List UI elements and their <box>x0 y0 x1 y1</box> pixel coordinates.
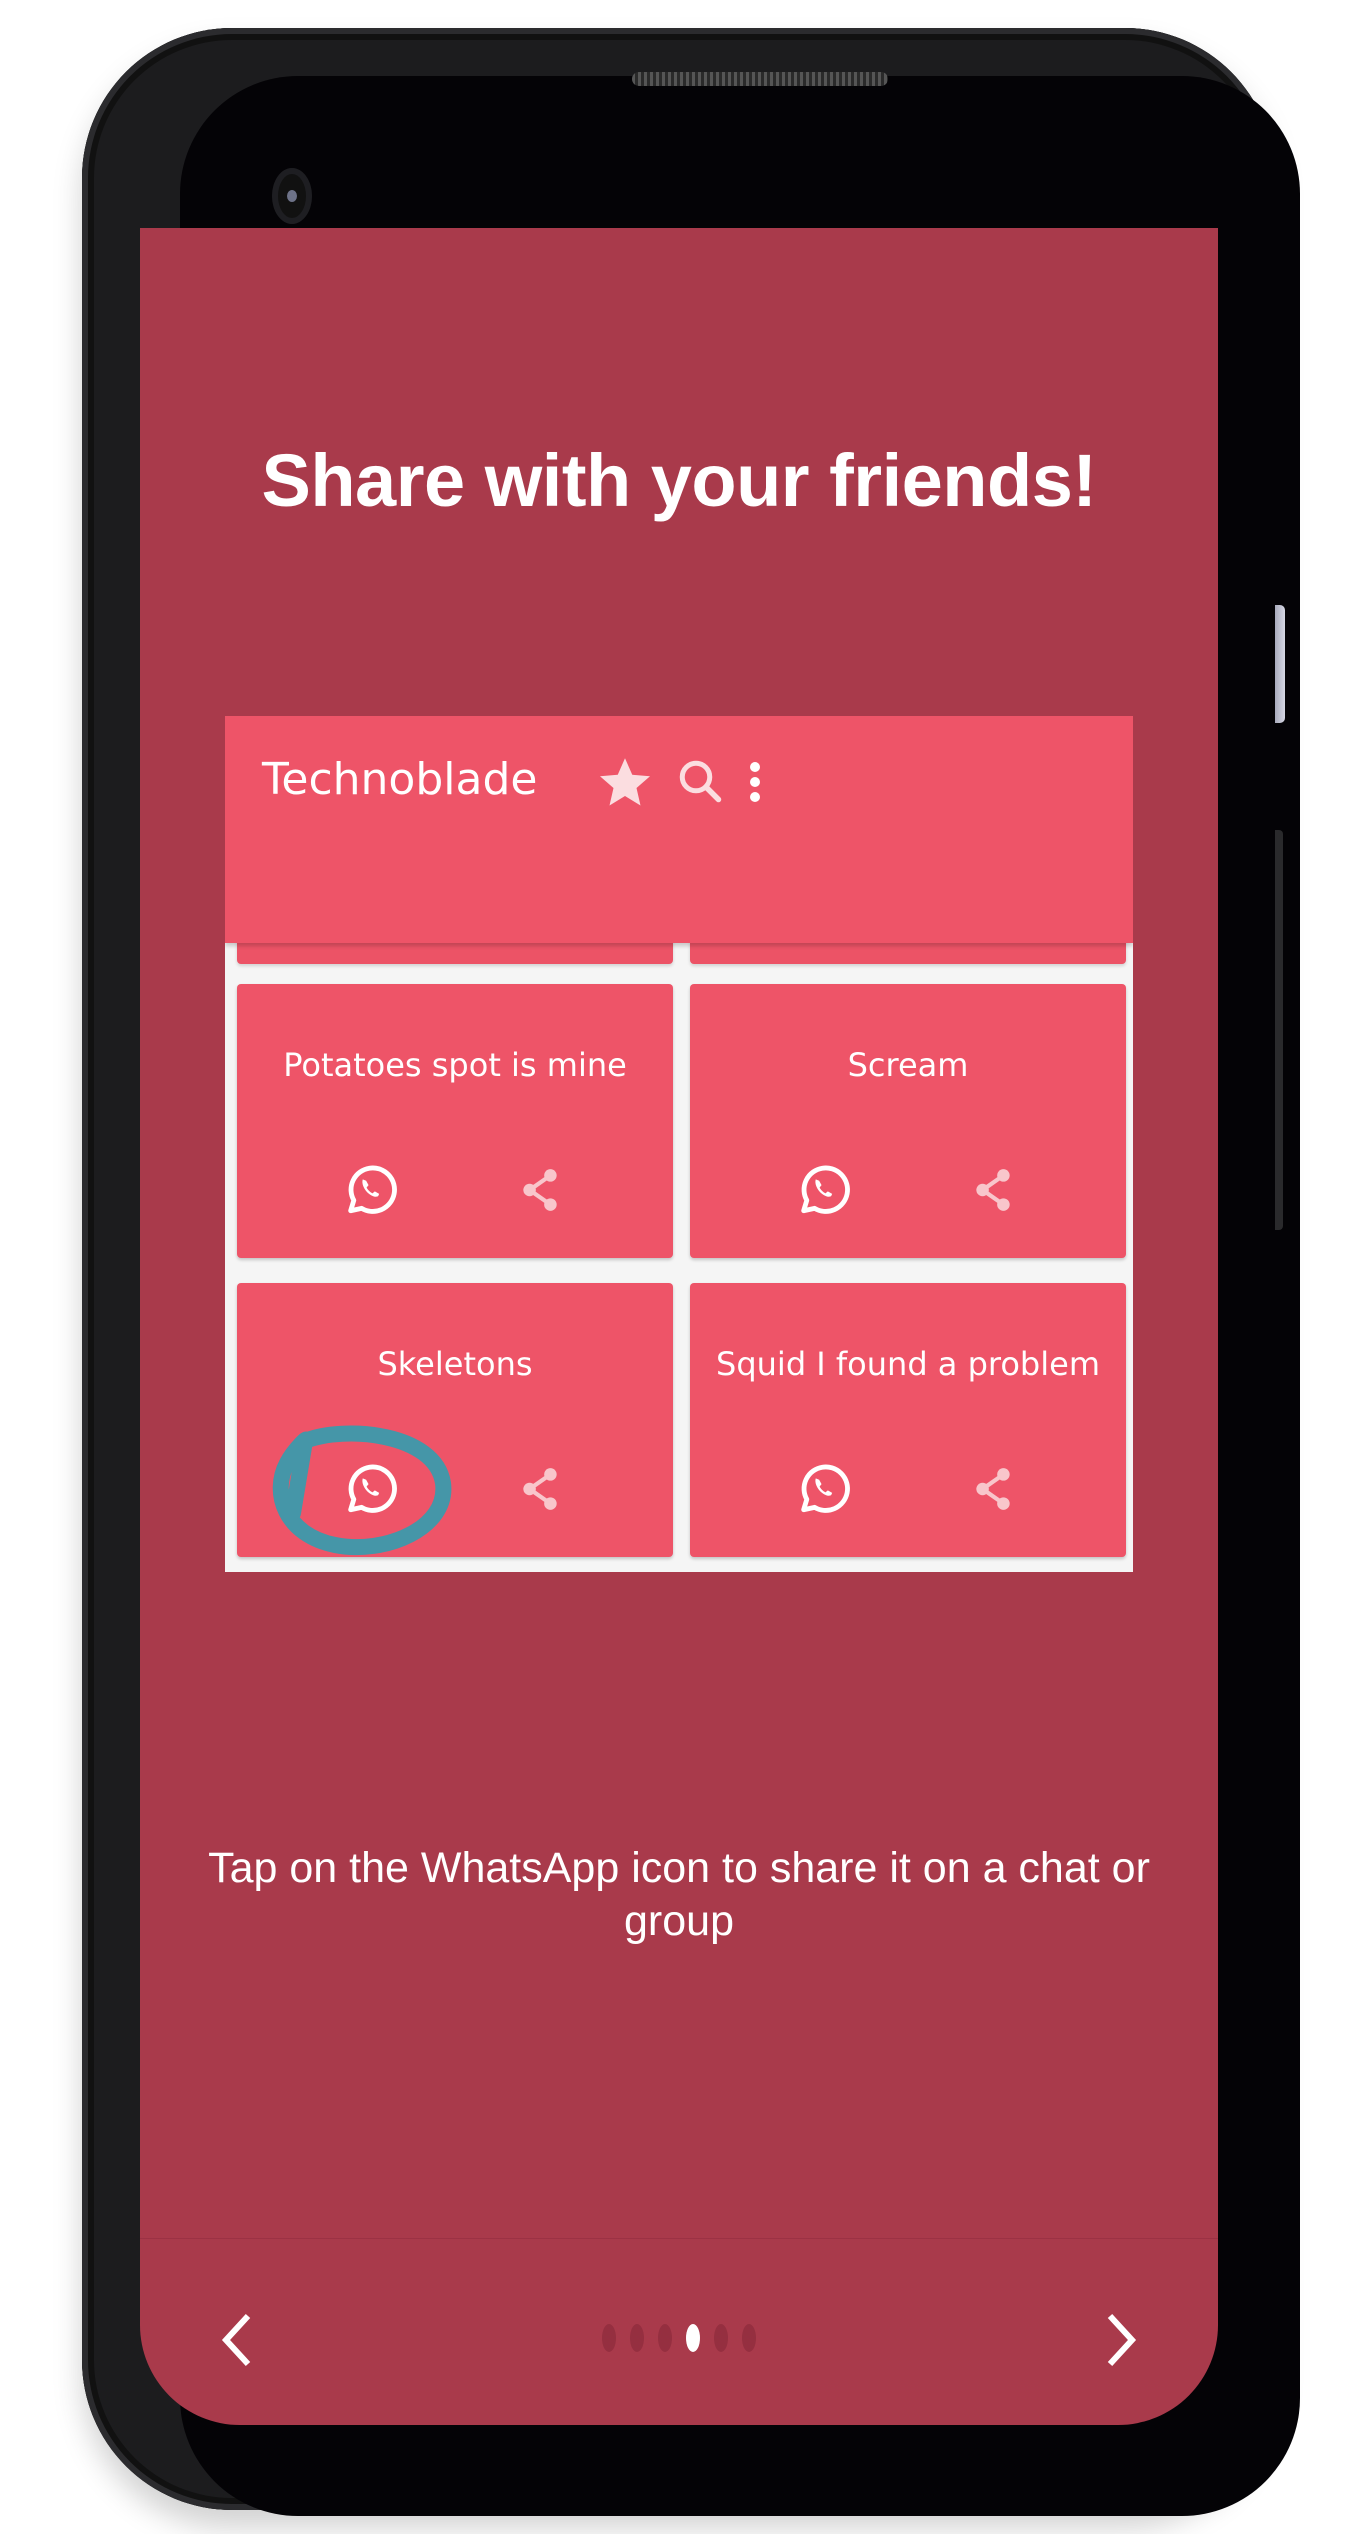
more-vert-icon <box>750 762 760 802</box>
divider <box>140 2238 1218 2239</box>
power-button <box>1275 605 1285 723</box>
front-camera-icon <box>272 168 312 224</box>
sound-card: Potatoes spot is mine <box>237 984 673 1258</box>
highlight-circle-annotation <box>272 1425 452 1556</box>
earpiece-speaker <box>632 72 888 86</box>
onboarding-description: Tap on the WhatsApp icon to share it on … <box>208 1844 1150 1945</box>
card-title: Scream <box>847 1046 969 1084</box>
volume-button <box>1275 830 1283 1230</box>
page-dot-2[interactable] <box>630 2324 644 2352</box>
sound-card: Squid I found a problem <box>690 1283 1126 1557</box>
share-icon <box>976 1468 1010 1510</box>
chevron-right-icon[interactable] <box>1100 2310 1142 2370</box>
page-indicator <box>140 2324 1218 2352</box>
page-dot-1[interactable] <box>602 2324 616 2352</box>
whatsapp-icon <box>801 1165 850 1214</box>
share-icon <box>523 1169 557 1211</box>
whatsapp-icon <box>801 1464 850 1513</box>
search-icon <box>679 760 722 803</box>
app-title: Technoblade <box>262 754 538 805</box>
page-dot-5[interactable] <box>714 2324 728 2352</box>
onboarding-screen: Share with your friends! Technoblade Pot… <box>140 228 1218 2425</box>
sound-card: Scream <box>690 984 1126 1258</box>
app-preview-image: Technoblade Potatoes spot is mine Scream… <box>225 716 1133 1572</box>
card-title: Squid I found a problem <box>716 1345 1100 1383</box>
app-toolbar: Technoblade <box>225 716 1133 943</box>
card-title: Skeletons <box>377 1345 533 1383</box>
share-icon <box>523 1468 557 1510</box>
share-icon <box>976 1169 1010 1211</box>
star-icon <box>600 758 650 806</box>
card-title: Potatoes spot is mine <box>283 1046 627 1084</box>
sound-card: Skeletons <box>237 1283 673 1557</box>
page-dot-3[interactable] <box>658 2324 672 2352</box>
page-dot-4-active[interactable] <box>686 2324 700 2352</box>
whatsapp-icon <box>348 1165 397 1214</box>
page-title: Share with your friends! <box>261 439 1097 522</box>
page-dot-6[interactable] <box>742 2324 756 2352</box>
